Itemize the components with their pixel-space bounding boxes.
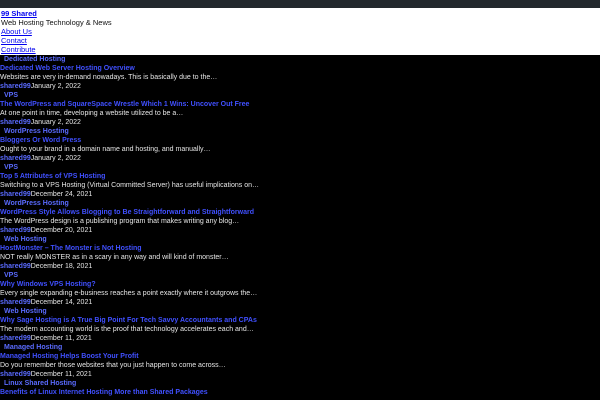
post-author[interactable]: shared99 (0, 119, 31, 126)
post-item: Linux Shared Hosting Benefits of Linux I… (0, 379, 600, 397)
site-tagline: Web Hosting Technology & News (1, 18, 112, 27)
post-meta: shared99January 2, 2022 (0, 118, 600, 127)
post-category[interactable]: VPS (3, 91, 19, 100)
post-category[interactable]: Managed Hosting (3, 343, 63, 352)
post-author[interactable]: shared99 (0, 155, 31, 162)
nav-about-us[interactable]: About Us (1, 27, 600, 36)
post-item: WordPress Hosting Bloggers Or Word Press… (0, 127, 600, 163)
post-item: Web Hosting HostMonster – The Monster is… (0, 235, 600, 271)
post-category[interactable]: VPS (3, 271, 19, 280)
post-author[interactable]: shared99 (0, 191, 31, 198)
nav-contribute[interactable]: Contribute (1, 45, 600, 54)
post-category[interactable]: Web Hosting (3, 307, 48, 316)
post-category[interactable]: WordPress Hosting (3, 199, 70, 208)
admin-bar (0, 0, 600, 8)
post-category[interactable]: VPS (3, 163, 19, 172)
post-meta: shared99December 20, 2021 (0, 226, 600, 235)
post-meta: shared99January 2, 2022 (0, 82, 600, 91)
post-category[interactable]: Dedicated Hosting (3, 55, 66, 64)
post-item: WordPress Hosting WordPress Style Allows… (0, 199, 600, 235)
post-title[interactable]: WordPress Style Allows Blogging to Be St… (0, 208, 600, 217)
site-header: 99 Shared Web Hosting Technology & News … (0, 8, 600, 55)
post-title[interactable]: Bloggers Or Word Press (0, 136, 600, 145)
post-date: January 2, 2022 (30, 155, 81, 162)
post-title[interactable]: Benefits of Linux Internet Hosting More … (0, 388, 600, 397)
post-author[interactable]: shared99 (0, 83, 31, 90)
post-excerpt: Ought to your brand in a domain name and… (0, 146, 211, 153)
post-item: VPS Why Windows VPS Hosting? Every singl… (0, 271, 600, 307)
post-meta: shared99December 11, 2021 (0, 334, 600, 343)
post-date: December 20, 2021 (30, 227, 93, 234)
post-item: VPS The WordPress and SquareSpace Wrestl… (0, 91, 600, 127)
main-nav: About Us Contact Contribute (1, 27, 600, 54)
post-title[interactable]: HostMonster – The Monster is Not Hosting (0, 244, 600, 253)
post-date: December 14, 2021 (30, 299, 93, 306)
post-item: Dedicated Hosting Dedicated Web Server H… (0, 55, 600, 91)
post-meta: shared99December 24, 2021 (0, 190, 600, 199)
post-excerpt: The modern accounting world is the proof… (0, 326, 254, 333)
post-list: Dedicated Hosting Dedicated Web Server H… (0, 55, 600, 397)
post-item: Managed Hosting Managed Hosting Helps Bo… (0, 343, 600, 379)
post-title[interactable]: Why Sage Hosting is A True Big Point For… (0, 316, 600, 325)
post-author[interactable]: shared99 (0, 227, 31, 234)
nav-contact[interactable]: Contact (1, 36, 600, 45)
post-date: December 11, 2021 (30, 335, 92, 342)
post-date: December 24, 2021 (30, 191, 93, 198)
post-date: January 2, 2022 (30, 119, 81, 126)
site-title-link[interactable]: 99 Shared (1, 9, 37, 18)
post-excerpt: The WordPress design is a publishing pro… (0, 218, 240, 225)
post-category[interactable]: WordPress Hosting (3, 127, 70, 136)
post-title[interactable]: Top 5 Attributes of VPS Hosting (0, 172, 600, 181)
post-date: December 18, 2021 (30, 263, 93, 270)
post-excerpt: Switching to a VPS Hosting (Virtual Comm… (0, 182, 259, 189)
post-excerpt: NOT really MONSTER as in a scary in any … (0, 254, 229, 261)
post-date: January 2, 2022 (30, 83, 81, 90)
post-author[interactable]: shared99 (0, 335, 31, 342)
post-excerpt: Websites are very in-demand nowadays. Th… (0, 74, 218, 81)
post-meta: shared99December 14, 2021 (0, 298, 600, 307)
post-item: Web Hosting Why Sage Hosting is A True B… (0, 307, 600, 343)
post-title[interactable]: Dedicated Web Server Hosting Overview (0, 64, 600, 73)
post-meta: shared99December 11, 2021 (0, 370, 600, 379)
post-item: VPS Top 5 Attributes of VPS Hosting Swit… (0, 163, 600, 199)
post-meta: shared99December 18, 2021 (0, 262, 600, 271)
post-date: December 11, 2021 (30, 371, 92, 378)
post-excerpt: Do you remember those websites that you … (0, 362, 226, 369)
post-meta: shared99January 2, 2022 (0, 154, 600, 163)
post-excerpt: At one point in time, developing a websi… (0, 110, 184, 117)
post-excerpt: Every single expanding e-business reache… (0, 290, 258, 297)
post-author[interactable]: shared99 (0, 299, 31, 306)
post-title[interactable]: Why Windows VPS Hosting? (0, 280, 600, 289)
post-category[interactable]: Linux Shared Hosting (3, 379, 77, 388)
post-author[interactable]: shared99 (0, 263, 31, 270)
post-author[interactable]: shared99 (0, 371, 31, 378)
post-title[interactable]: Managed Hosting Helps Boost Your Profit (0, 352, 600, 361)
post-category[interactable]: Web Hosting (3, 235, 48, 244)
site-title: 99 Shared (1, 9, 600, 18)
post-title[interactable]: The WordPress and SquareSpace Wrestle Wh… (0, 100, 600, 109)
